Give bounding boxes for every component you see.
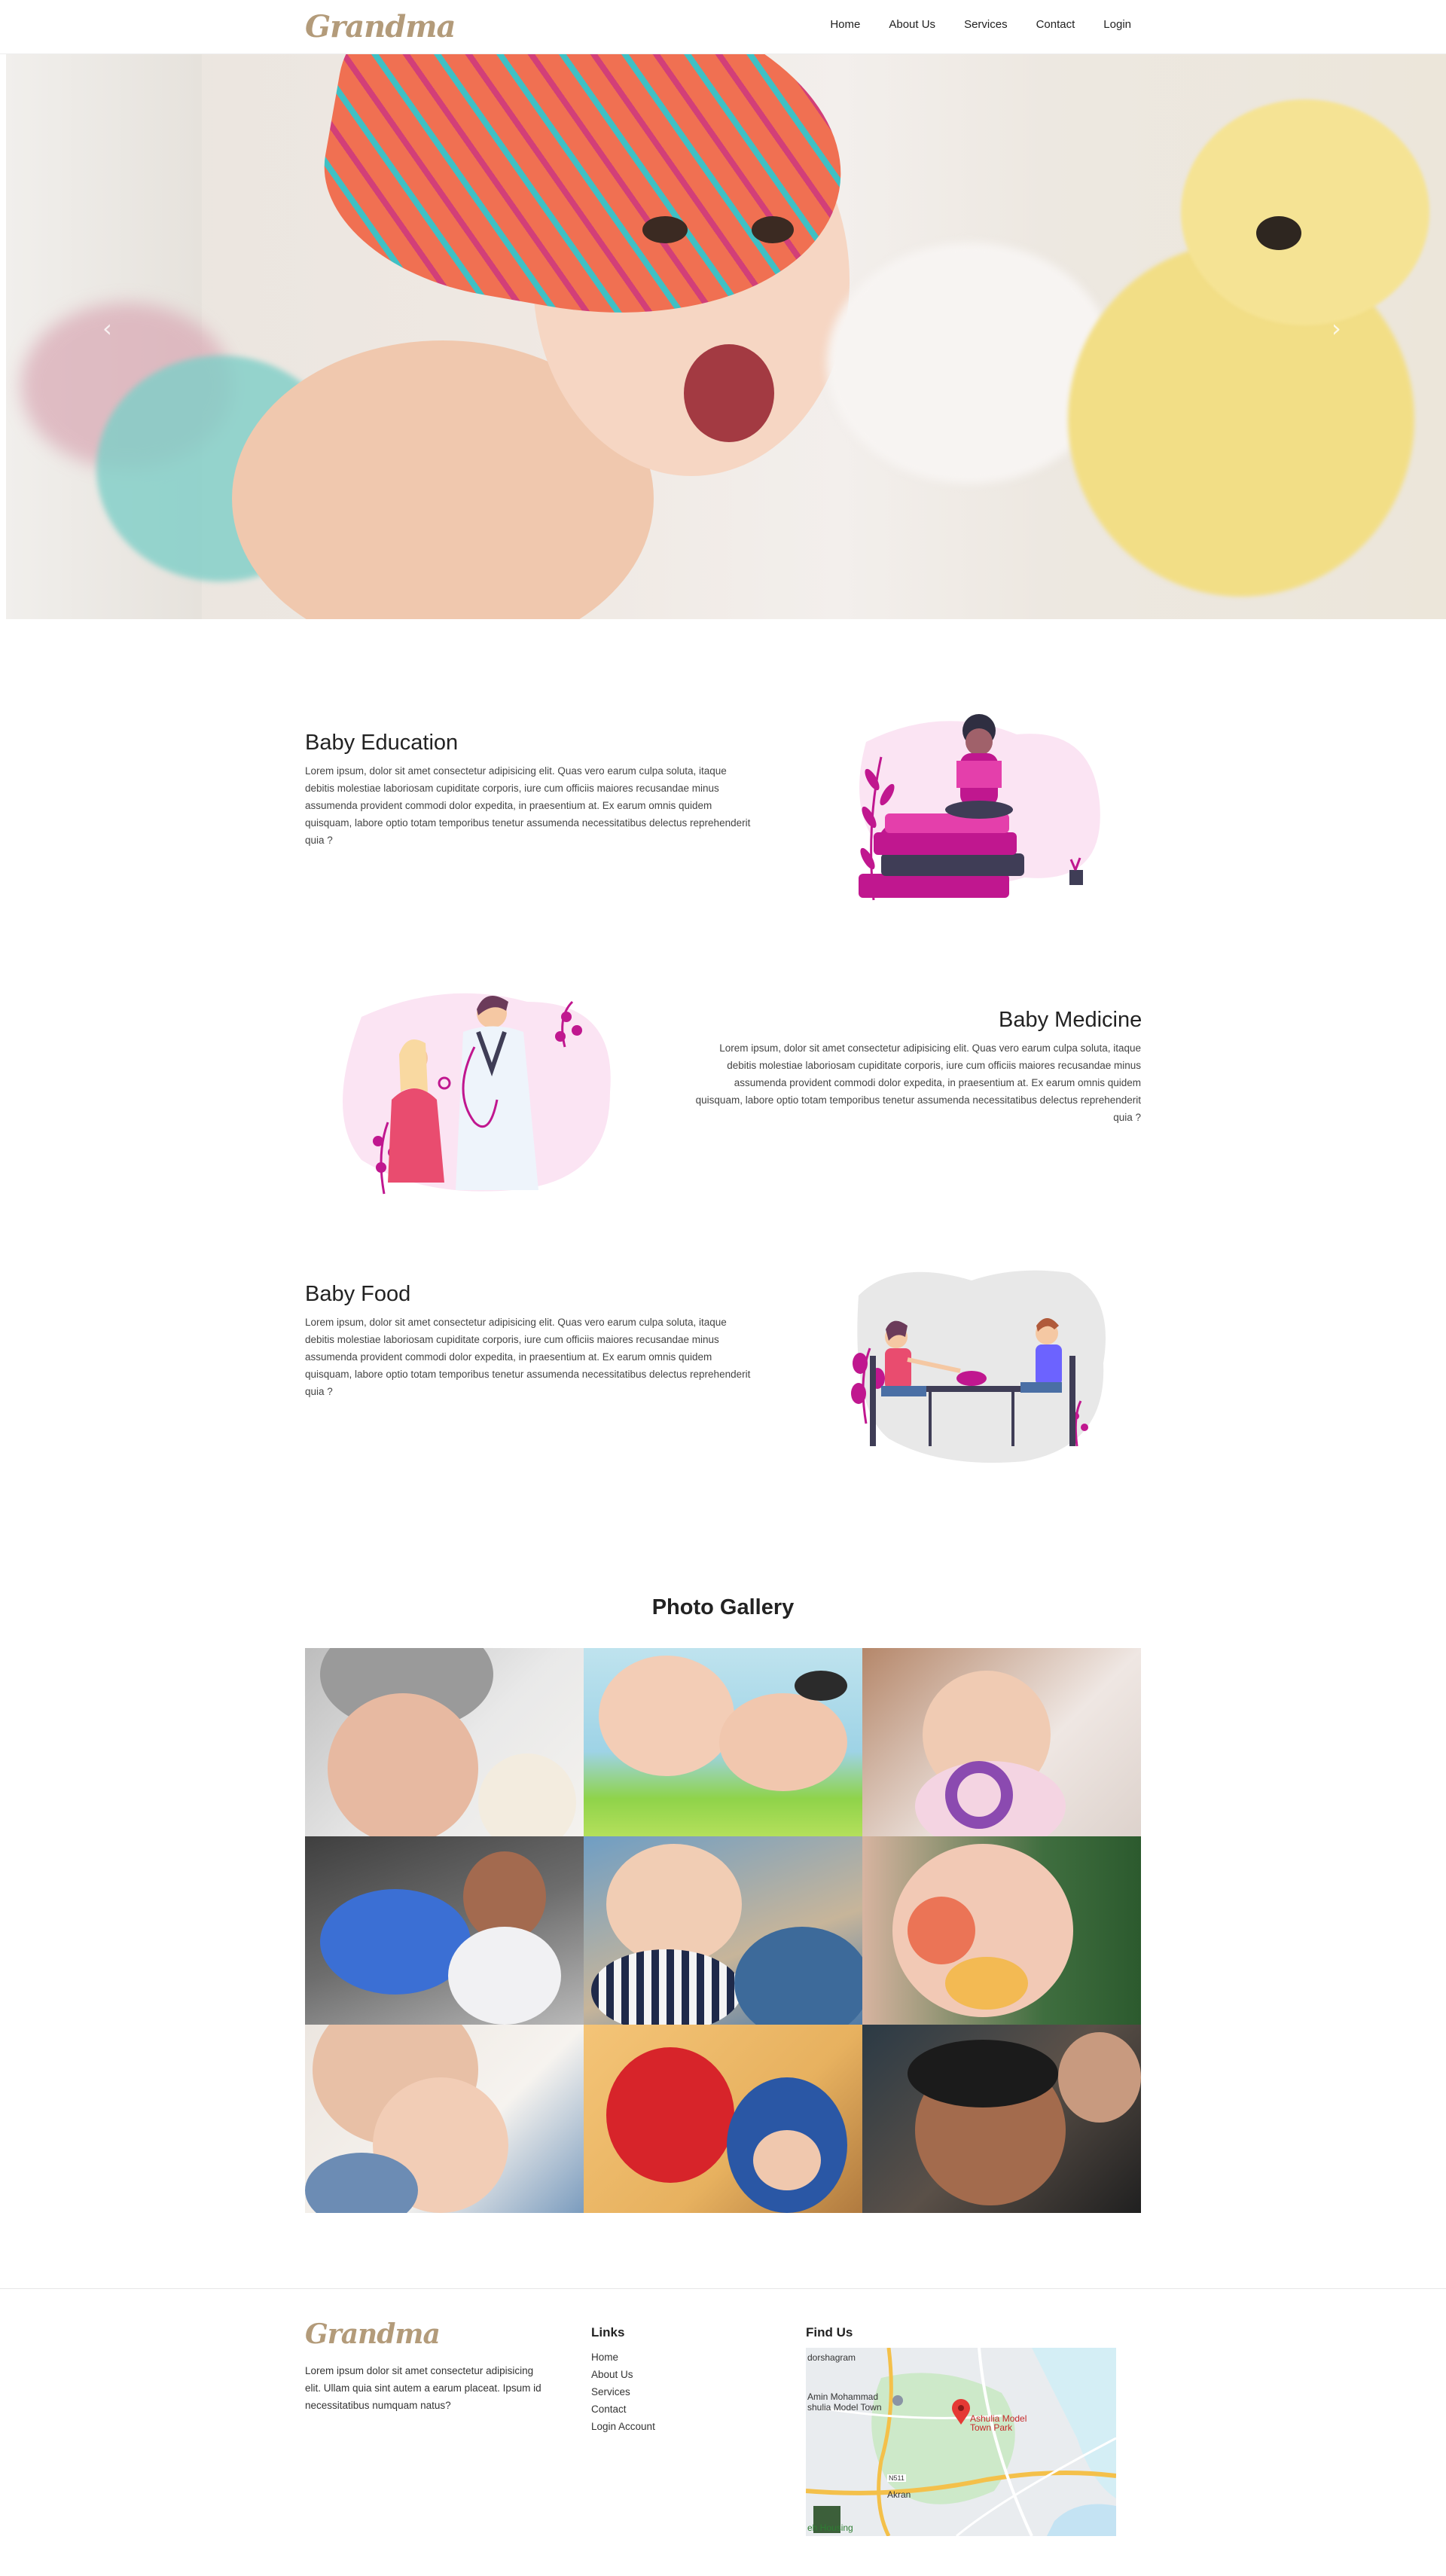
food-illustration [851,1270,1106,1463]
gallery-photo-4[interactable] [305,1836,584,2025]
education-illustration [859,714,1100,901]
logo[interactable]: Grandma [305,9,456,44]
footer-link-about-us[interactable]: About Us [591,2366,655,2383]
feature-title-medicine: Baby Medicine [999,1008,1142,1032]
gallery-photo-2[interactable] [584,1648,862,1836]
chevron-left-icon[interactable]: ‹ [102,314,112,343]
footer-find-us-heading: Find Us [806,2325,853,2339]
location-map[interactable]: dorshagram Amin Mohammad shulia Model To… [806,2348,1116,2536]
footer-logo[interactable]: Grandma [305,2318,441,2350]
map-label-poi: Amin Mohammad shulia Model Town [807,2391,882,2413]
hero-carousel: ‹ › [6,54,1446,619]
footer-link-contact[interactable]: Contact [591,2401,655,2418]
nav-about-us[interactable]: About Us [889,18,935,31]
hero-mouth [684,344,774,442]
footer-about-text: Lorem ipsum dolor sit amet consectetur a… [305,2365,541,2411]
hero-eye-right [752,216,794,243]
footer-links-heading: Links [591,2325,625,2339]
medicine-illustration [343,993,611,1195]
hero-teddy-head [1181,99,1429,325]
footer-link-services[interactable]: Services [591,2383,655,2401]
map-label-park: Ashulia Model Town Park [970,2413,1027,2433]
gallery-photo-1[interactable] [305,1648,584,1836]
navbar: Grandma Home About Us Services Contact L… [0,0,1446,54]
feature-title-food: Baby Food [305,1282,411,1306]
footer-divider [0,2288,1446,2289]
map-label-top: dorshagram [807,2352,856,2363]
hero-eye-left [642,216,688,243]
gallery-title: Photo Gallery [651,1595,795,1619]
footer-link-home[interactable]: Home [591,2349,655,2366]
map-label-town: Akran [887,2489,911,2500]
nav-home[interactable]: Home [830,18,860,31]
map-graphic [806,2348,1116,2536]
feature-text-education: Lorem ipsum, dolor sit amet consectetur … [305,765,751,846]
chevron-right-icon[interactable]: › [1332,314,1341,343]
nav-login[interactable]: Login [1103,18,1131,31]
nav-contact[interactable]: Contact [1036,18,1075,31]
footer-links: Home About Us Services Contact Login Acc… [591,2349,655,2435]
feature-text-food: Lorem ipsum, dolor sit amet consectetur … [305,1317,751,1397]
gallery-photo-6[interactable] [862,1836,1141,2025]
gallery-photo-3[interactable] [862,1648,1141,1836]
gallery-photo-8[interactable] [584,2025,862,2213]
gallery-photo-5[interactable] [584,1836,862,2025]
map-label-road: N511 [887,2474,906,2482]
hero-teddy-nose [1256,216,1301,250]
gallery-photo-9[interactable] [862,2025,1141,2213]
footer-link-login-account[interactable]: Login Account [591,2418,655,2435]
nav-services[interactable]: Services [964,18,1008,31]
feature-title-education: Baby Education [305,731,459,755]
feature-text-medicine: Lorem ipsum, dolor sit amet consectetur … [695,1042,1141,1123]
map-label-bottom: eh Housing [807,2523,853,2533]
gallery-photo-7[interactable] [305,2025,584,2213]
nav-menu: Home About Us Services Contact Login [830,18,1131,31]
photo-gallery [305,1648,1141,2213]
